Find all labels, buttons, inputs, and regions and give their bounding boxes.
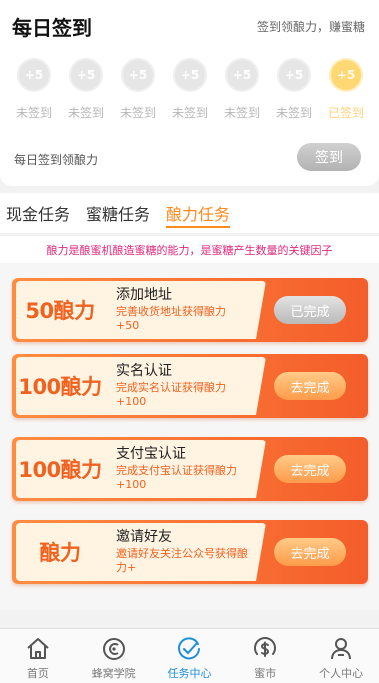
- task-go-button[interactable]: 去完成: [274, 372, 346, 400]
- task-name: 添加地址: [116, 287, 172, 303]
- signin-day-status: 未签到: [275, 106, 312, 120]
- signin-day-status: 未签到: [119, 106, 156, 120]
- task-reward-amount: 100酿力: [18, 458, 102, 482]
- signin-subtitle: 签到领酿力，赚蜜糖: [256, 20, 365, 34]
- signin-day-5: +5 未签到: [216, 58, 268, 121]
- nav-profile[interactable]: 个人中心: [303, 629, 379, 683]
- signin-day-1: +5 未签到: [8, 58, 60, 121]
- coin-icon: +5: [17, 58, 51, 92]
- task-tabs: 现金任务 蜜糖任务 酿力任务: [0, 193, 379, 233]
- hive-college-icon: [102, 638, 125, 660]
- task-description: 邀请好友关注公众号获得酿力+: [116, 547, 248, 574]
- tab-brewing-power-tasks[interactable]: 酿力任务: [166, 193, 231, 233]
- brewing-power-notice: 酿力是酿蜜机酿造蜜糖的能力，是蜜糖产生数量的关键因子: [0, 235, 379, 263]
- signin-days: +5 未签到 +5 未签到 +5 未签到 +5 未签到 +5 未签到 +5 未签…: [8, 58, 372, 121]
- task-center-icon: [178, 637, 201, 660]
- task-go-button[interactable]: 去完成: [274, 455, 346, 483]
- task-card-alipay: 100酿力 支付宝认证 完成支付宝认证获得酿力+100 去完成: [12, 437, 368, 501]
- signin-day-status: 未签到: [67, 106, 104, 120]
- task-reward-amount: 酿力: [39, 541, 82, 565]
- nav-market[interactable]: 蜜市: [227, 629, 303, 683]
- task-name: 邀请好友: [116, 529, 172, 545]
- bottom-navigation: 首页 蜂窝学院 任务中心 蜜市 个人中心: [0, 628, 379, 683]
- coin-icon: +5: [329, 58, 363, 92]
- signin-button[interactable]: 签到: [297, 143, 361, 171]
- task-list: 50酿力 添加地址 完善收货地址获得酿力+50 已完成 100酿力 实名认证 完…: [0, 263, 379, 610]
- task-card-real-name: 100酿力 实名认证 完成实名认证获得酿力+100 去完成: [12, 354, 368, 418]
- nav-hive-college-label: 蜂窝学院: [91, 667, 136, 680]
- coin-icon: +5: [173, 58, 207, 92]
- task-name: 支付宝认证: [116, 446, 186, 462]
- daily-signin-card: 每日签到 签到领酿力，赚蜜糖 +5 未签到 +5 未签到 +5 未签到 +5 未…: [0, 0, 379, 186]
- task-name: 实名认证: [116, 363, 172, 379]
- signin-title: 每日签到: [12, 16, 92, 40]
- market-icon: [254, 637, 277, 657]
- task-description: 完善收货地址获得酿力+50: [116, 305, 226, 332]
- signin-day-4: +5 未签到: [164, 58, 216, 121]
- tab-cash-tasks[interactable]: 现金任务: [6, 193, 70, 233]
- task-card-add-address: 50酿力 添加地址 完善收货地址获得酿力+50 已完成: [12, 278, 368, 342]
- task-description: 完成支付宝认证获得酿力+100: [116, 464, 237, 491]
- coin-icon: +5: [225, 58, 259, 92]
- home-icon: [27, 638, 49, 659]
- nav-home[interactable]: 首页: [0, 629, 76, 683]
- nav-market-label: 蜜市: [254, 667, 277, 680]
- signin-day-7: +5 已签到: [320, 58, 372, 121]
- coin-icon: +5: [277, 58, 311, 92]
- nav-hive-college[interactable]: 蜂窝学院: [76, 629, 152, 683]
- nav-task-center[interactable]: 任务中心: [152, 629, 228, 683]
- tab-honey-tasks[interactable]: 蜜糖任务: [86, 193, 150, 233]
- task-go-button[interactable]: 去完成: [274, 538, 346, 566]
- signin-day-2: +5 未签到: [60, 58, 112, 121]
- coin-icon: +5: [69, 58, 103, 92]
- nav-task-center-label: 任务中心: [167, 667, 212, 680]
- task-completed-button[interactable]: 已完成: [274, 296, 346, 324]
- coin-icon: +5: [121, 58, 155, 92]
- task-card-invite-friends: 酿力 邀请好友 邀请好友关注公众号获得酿力+ 去完成: [12, 520, 368, 584]
- task-reward-amount: 50酿力: [25, 299, 95, 323]
- signin-day-6: +5 未签到: [268, 58, 320, 121]
- task-description: 完成实名认证获得酿力+100: [116, 381, 226, 408]
- nav-home-label: 首页: [26, 667, 49, 680]
- signin-day-status: 未签到: [223, 106, 260, 120]
- signin-day-status: 已签到: [327, 106, 364, 120]
- nav-profile-label: 个人中心: [319, 667, 364, 680]
- task-reward-amount: 100酿力: [18, 375, 102, 399]
- signin-footer-text: 每日签到领酿力: [14, 153, 99, 167]
- signin-day-status: 未签到: [15, 106, 52, 120]
- signin-day-status: 未签到: [171, 106, 208, 120]
- signin-day-3: +5 未签到: [112, 58, 164, 121]
- profile-icon: [331, 638, 352, 660]
